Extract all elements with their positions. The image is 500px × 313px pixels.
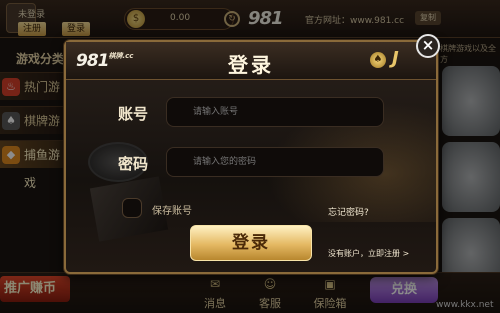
dialog-title: 登录 [228,53,274,77]
spade-coin-icon: ♠ [370,52,386,68]
dialog-logo: 981棋牌.cc [76,51,133,71]
account-label: 账号 [118,105,149,123]
password-input[interactable] [166,147,384,177]
login-button[interactable]: 登录 [190,225,312,261]
dialog-logo-number: 981 [76,51,109,71]
dialog-header: 981棋牌.cc 登录 ♠ J [66,42,436,80]
save-account-label: 保存账号 [152,206,192,217]
save-account-checkbox[interactable] [122,198,142,218]
dialog-logo-suffix: 棋牌.cc [108,52,134,60]
login-dialog: 981棋牌.cc 登录 ♠ J 账号 密码 保存账号 忘记密码? 登录 没有账户… [64,40,438,274]
close-button[interactable]: × [416,34,440,58]
account-input[interactable] [166,97,384,127]
password-label: 密码 [118,155,149,173]
jack-card-icon: J [392,48,399,69]
forgot-password-link[interactable]: 忘记密码? [328,205,369,218]
register-link[interactable]: 没有账户，立即注册 > [328,248,409,259]
